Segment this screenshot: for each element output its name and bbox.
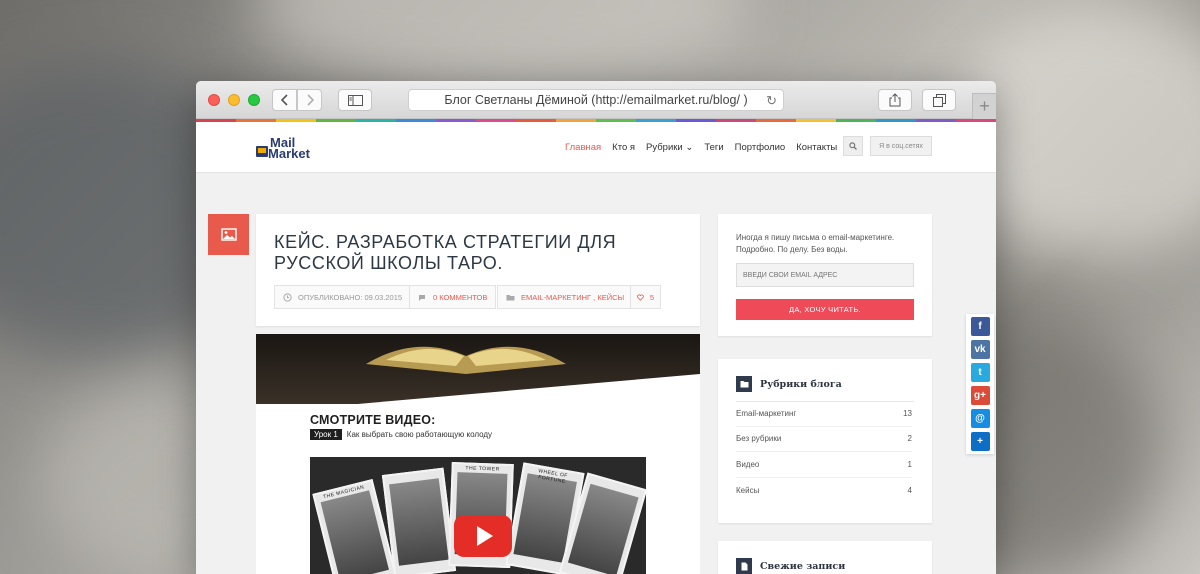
comments-icon bbox=[419, 294, 425, 301]
tabs-icon bbox=[932, 93, 946, 107]
search-icon bbox=[849, 142, 857, 150]
logo[interactable]: Mail Market bbox=[256, 136, 310, 161]
heart-icon bbox=[637, 294, 644, 301]
subscribe-widget: Иногда я пишу письма о email-маркетинге.… bbox=[718, 214, 932, 336]
category-item[interactable]: Email-маркетинг 13 bbox=[736, 401, 912, 427]
google-plus-share-icon[interactable]: g+ bbox=[970, 386, 990, 405]
address-text: Блог Светланы Дёминой (http://emailmarke… bbox=[444, 93, 748, 107]
forward-button[interactable] bbox=[297, 89, 322, 111]
video-thumbnail[interactable]: THE MAGICIAN THE TOWER WHEEL OF FORTUNE bbox=[310, 457, 646, 574]
subscribe-button[interactable]: ДА, ХОЧУ ЧИТАТЬ. bbox=[736, 299, 914, 320]
nav-item-home[interactable]: Главная bbox=[565, 142, 601, 153]
back-button[interactable] bbox=[272, 89, 297, 111]
tarot-card bbox=[381, 467, 457, 574]
category-item[interactable]: Без рубрики 2 bbox=[736, 427, 912, 452]
twitter-share-icon[interactable]: t bbox=[970, 363, 990, 382]
share-icon bbox=[889, 93, 901, 107]
post-date: ОПУБЛИКОВАНО: 09.03.2015 bbox=[274, 285, 412, 309]
vkontakte-share-icon[interactable]: vk bbox=[970, 340, 990, 359]
post-like-button[interactable]: 5 bbox=[630, 285, 661, 309]
video-heading: СМОТРИТЕ ВИДЕО: bbox=[310, 413, 436, 427]
mail-share-icon[interactable]: @ bbox=[970, 409, 990, 428]
lesson-text: Как выбрать свою работающую колоду bbox=[346, 430, 493, 439]
folder-icon bbox=[506, 294, 515, 300]
widget-heading: Свежие записи bbox=[736, 558, 845, 574]
lesson-tag: Урок 1 bbox=[310, 429, 342, 440]
nav-item-tags[interactable]: Теги bbox=[704, 142, 723, 153]
book-illustration bbox=[366, 346, 566, 374]
envelope-icon bbox=[256, 146, 268, 157]
window-controls bbox=[208, 94, 260, 106]
sidebar-icon bbox=[347, 94, 363, 106]
category-item[interactable]: Кейсы 4 bbox=[736, 478, 912, 504]
lesson-caption: Урок 1 Как выбрать свою работающую колод… bbox=[310, 429, 492, 440]
zoom-window-button[interactable] bbox=[248, 94, 260, 106]
widget-heading: Рубрики блога bbox=[736, 376, 842, 392]
play-icon[interactable] bbox=[454, 515, 512, 557]
post-title[interactable]: КЕЙС. РАЗРАБОТКА СТРАТЕГИИ ДЛЯ РУССКОЙ Ш… bbox=[274, 232, 654, 274]
show-tabs-button[interactable] bbox=[922, 89, 956, 111]
browser-window: Блог Светланы Дёминой (http://emailmarke… bbox=[196, 81, 996, 574]
facebook-share-icon[interactable]: f bbox=[970, 317, 990, 336]
post-card: КЕЙС. РАЗРАБОТКА СТРАТЕГИИ ДЛЯ РУССКОЙ Ш… bbox=[256, 214, 700, 326]
share-more-share-icon[interactable]: + bbox=[970, 432, 990, 451]
post-categories[interactable]: EMAIL-МАРКЕТИНГ , КЕЙСЫ bbox=[497, 285, 634, 309]
clock-icon bbox=[283, 292, 292, 302]
category-item[interactable]: Видео 1 bbox=[736, 452, 912, 478]
categories-widget: Рубрики блога Email-маркетинг 13 Без рубр… bbox=[718, 359, 932, 523]
post-comments-link[interactable]: 0 КОММЕНТОВ bbox=[409, 285, 497, 309]
site-header: Mail Market Главная Кто я Рубрики ⌄ Теги… bbox=[196, 122, 996, 173]
logo-line-2: Market bbox=[268, 146, 310, 161]
page-content: КЕЙС. РАЗРАБОТКА СТРАТЕГИИ ДЛЯ РУССКОЙ Ш… bbox=[196, 214, 996, 574]
share-button[interactable] bbox=[878, 89, 912, 111]
nav-item-categories[interactable]: Рубрики ⌄ bbox=[646, 142, 693, 153]
nav-item-portfolio[interactable]: Портфолио bbox=[735, 142, 786, 153]
reload-icon[interactable]: ↻ bbox=[766, 93, 777, 109]
chevron-right-icon bbox=[306, 94, 314, 106]
main-nav: Главная Кто я Рубрики ⌄ Теги Портфолио К… bbox=[565, 142, 837, 153]
new-tab-button[interactable]: + bbox=[972, 93, 996, 119]
sidebar-toggle-button[interactable] bbox=[338, 89, 372, 111]
nav-item-contacts[interactable]: Контакты bbox=[796, 142, 837, 153]
post-format-badge bbox=[208, 214, 249, 255]
nav-item-about[interactable]: Кто я bbox=[612, 142, 635, 153]
recent-posts-widget: Свежие записи bbox=[718, 541, 932, 574]
subscribe-text: Иногда я пишу письма о email-маркетинге.… bbox=[736, 233, 895, 254]
share-bar: f vk t g+ @ + bbox=[966, 314, 994, 454]
minimize-window-button[interactable] bbox=[228, 94, 240, 106]
address-bar[interactable]: Блог Светланы Дёминой (http://emailmarke… bbox=[408, 89, 784, 111]
post-featured-image[interactable]: СМОТРИТЕ ВИДЕО: Урок 1 Как выбрать свою … bbox=[256, 334, 700, 574]
search-button[interactable] bbox=[843, 136, 863, 156]
image-icon bbox=[220, 228, 237, 241]
folder-icon bbox=[736, 376, 752, 392]
close-window-button[interactable] bbox=[208, 94, 220, 106]
browser-toolbar: Блог Светланы Дёминой (http://emailmarke… bbox=[196, 81, 996, 119]
email-field[interactable] bbox=[736, 263, 914, 287]
document-icon bbox=[736, 558, 752, 574]
social-networks-link[interactable]: Я в соц.сетях bbox=[870, 136, 932, 156]
chevron-left-icon bbox=[280, 94, 288, 106]
category-list: Email-маркетинг 13 Без рубрики 2 Видео 1 Ке… bbox=[736, 401, 912, 503]
